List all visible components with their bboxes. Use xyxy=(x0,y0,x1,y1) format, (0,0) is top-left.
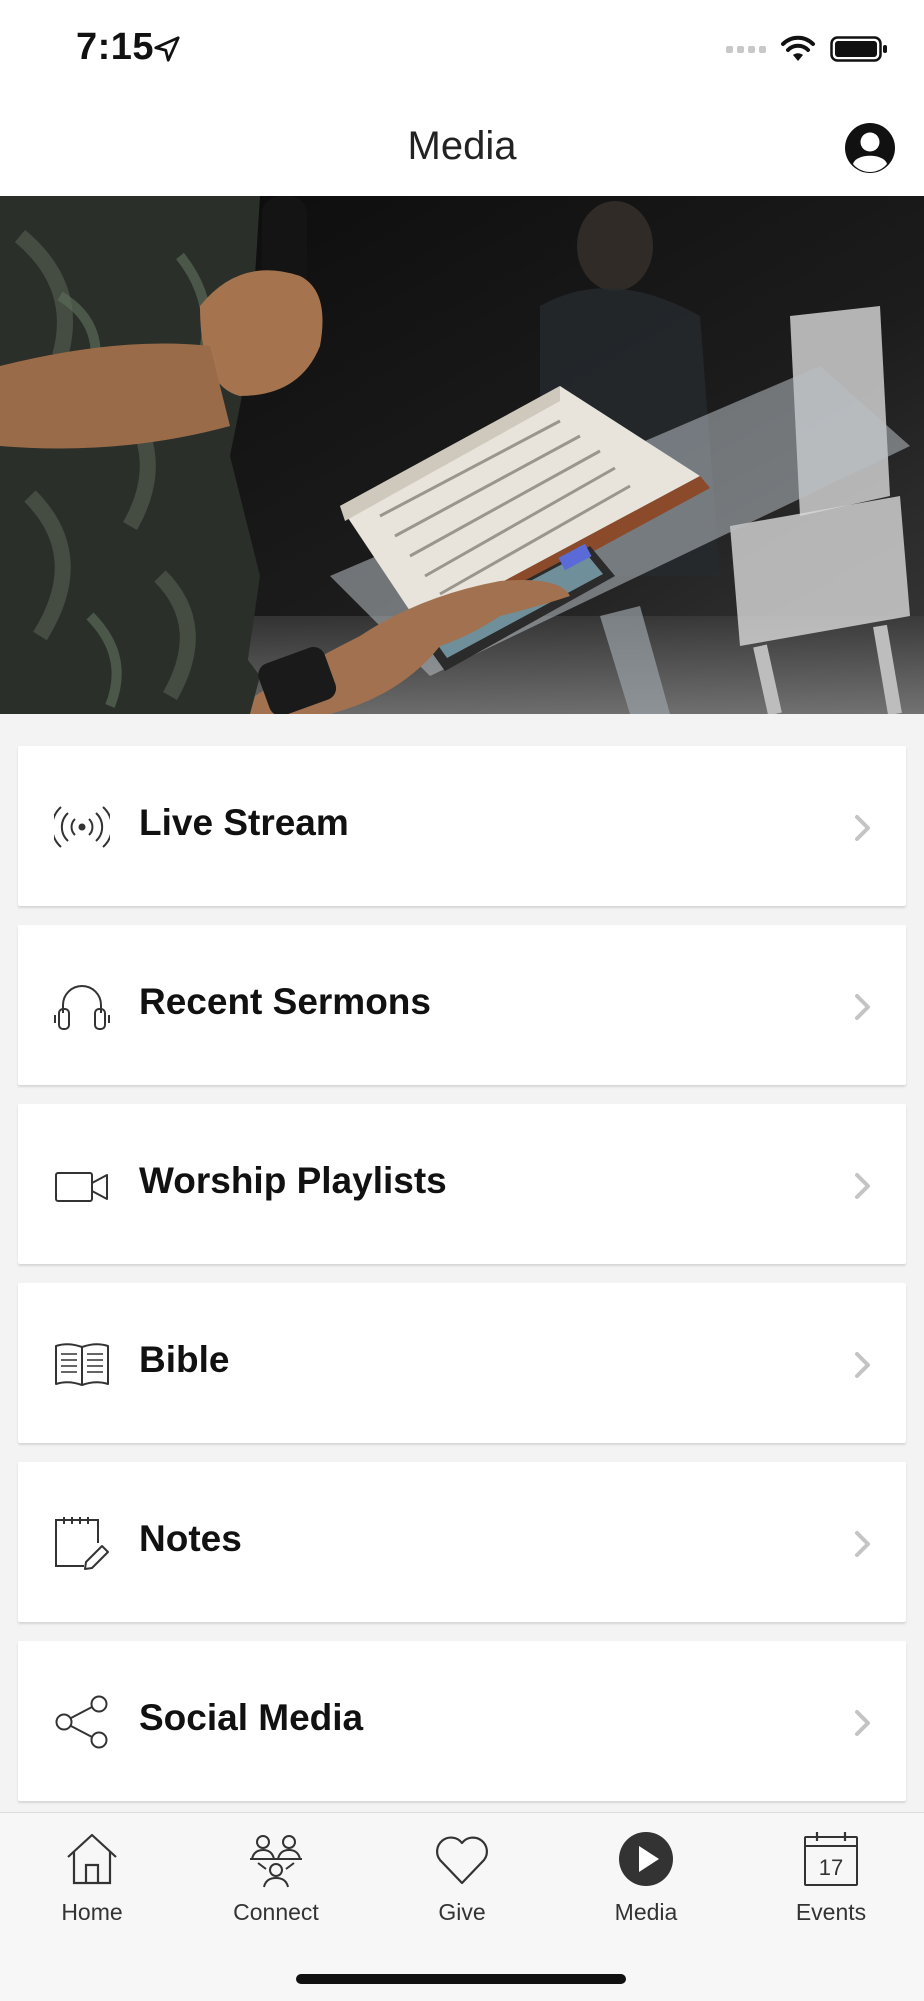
wifi-icon xyxy=(781,35,815,61)
chevron-right-icon xyxy=(855,1710,870,1736)
menu-item-social-media[interactable]: Social Media xyxy=(18,1641,906,1801)
live-stream-icon xyxy=(54,806,110,848)
tab-bar: Home Connect Give Media 17 Events xyxy=(0,1812,924,2001)
tab-give[interactable]: Give xyxy=(382,1829,542,1949)
menu-item-notes[interactable]: Notes xyxy=(18,1462,906,1622)
tab-home[interactable]: Home xyxy=(12,1829,172,1949)
menu-item-label: Live Stream xyxy=(139,802,349,843)
tab-label: Events xyxy=(795,1899,867,1925)
calendar-day: 17 xyxy=(819,1855,843,1880)
tab-connect[interactable]: Connect xyxy=(196,1829,356,1949)
heart-icon xyxy=(436,1836,488,1885)
menu-item-label: Bible xyxy=(139,1339,230,1380)
chevron-right-icon xyxy=(855,1531,870,1557)
menu-item-label: Social Media xyxy=(139,1697,364,1738)
location-arrow-icon xyxy=(154,36,180,62)
menu-item-bible[interactable]: Bible xyxy=(18,1283,906,1443)
page-title: Media xyxy=(407,124,517,168)
status-indicators xyxy=(726,34,888,64)
home-indicator[interactable] xyxy=(296,1974,626,1984)
tab-media[interactable]: Media xyxy=(566,1829,726,1949)
status-bar: 7:15 xyxy=(0,0,924,100)
tab-label: Connect xyxy=(233,1899,319,1925)
chevron-right-icon xyxy=(855,815,870,841)
menu-item-label: Recent Sermons xyxy=(139,981,431,1022)
tab-label: Home xyxy=(61,1899,123,1925)
people-icon xyxy=(250,1835,302,1888)
tab-label: Media xyxy=(614,1899,678,1925)
menu-item-label: Notes xyxy=(139,1518,242,1559)
play-circle-icon xyxy=(619,1832,673,1886)
tab-events[interactable]: 17 Events xyxy=(751,1829,911,1949)
book-icon xyxy=(55,1343,109,1386)
hero-image xyxy=(0,196,924,714)
hero-illustration xyxy=(0,196,924,714)
video-camera-icon xyxy=(55,1172,108,1202)
headphones-icon xyxy=(54,985,110,1030)
menu-item-label: Worship Playlists xyxy=(139,1160,447,1201)
cellular-signal-icon xyxy=(726,45,766,53)
share-icon xyxy=(55,1695,108,1749)
profile-icon[interactable] xyxy=(844,122,896,174)
status-time: 7:15 xyxy=(76,26,155,68)
home-icon xyxy=(67,1833,117,1885)
menu-item-worship-playlists[interactable]: Worship Playlists xyxy=(18,1104,906,1264)
chevron-right-icon xyxy=(855,1352,870,1378)
menu-item-recent-sermons[interactable]: Recent Sermons xyxy=(18,925,906,1085)
battery-icon xyxy=(830,36,887,62)
media-menu-list: Live Stream Recent Sermons Worship Playl… xyxy=(18,746,906,1820)
chevron-right-icon xyxy=(855,1173,870,1199)
chevron-right-icon xyxy=(855,994,870,1020)
menu-item-live-stream[interactable]: Live Stream xyxy=(18,746,906,906)
tab-label: Give xyxy=(438,1899,486,1925)
notepad-pencil-icon xyxy=(55,1517,109,1570)
navigation-header: Media xyxy=(0,100,924,197)
calendar-icon: 17 xyxy=(804,1832,858,1886)
